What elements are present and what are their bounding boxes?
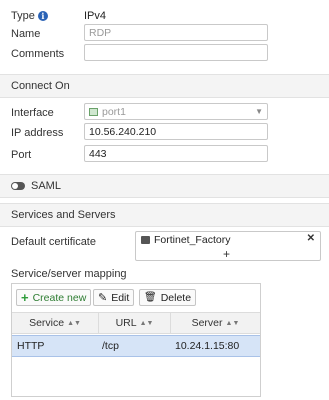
name-field: RDP [84, 24, 268, 41]
connect-on-header: Connect On [0, 74, 329, 98]
comments-label: Comments [11, 48, 65, 60]
interface-value: port1 [102, 105, 126, 118]
column-url[interactable]: URL ▲▼ [98, 313, 170, 333]
delete-button[interactable]: 🗑 Delete [139, 289, 197, 306]
cell-url: /tcp [102, 340, 119, 352]
services-header: Services and Servers [0, 203, 329, 227]
certificate-box[interactable]: Fortinet_Factory ✕ + [135, 231, 321, 261]
chevron-down-icon: ▼ [255, 107, 263, 116]
pencil-icon: ✎ [98, 292, 108, 304]
saml-toggle[interactable] [11, 182, 25, 190]
saml-row: SAML [0, 174, 329, 198]
create-new-button[interactable]: + Create new [16, 289, 92, 306]
saml-label: SAML [31, 180, 61, 192]
type-value: IPv4 [84, 10, 107, 22]
mapping-label: Service/server mapping [11, 268, 127, 280]
table-row[interactable]: HTTP /tcp 10.24.1.15:80 [12, 335, 260, 357]
info-icon[interactable]: i [37, 11, 48, 21]
interface-select[interactable]: port1 ▼ [84, 103, 268, 120]
interface-label: Interface [11, 107, 54, 119]
ip-address-field[interactable]: 10.56.240.210 [84, 123, 268, 140]
plus-icon: + [21, 290, 29, 305]
port-label: Port [11, 149, 32, 161]
ip-address-label: IP address [11, 127, 64, 139]
sort-icon: ▲▼ [225, 319, 240, 327]
column-server[interactable]: Server ▲▼ [170, 313, 260, 333]
type-label: Type i [11, 10, 48, 22]
sort-icon: ▲▼ [67, 319, 81, 327]
column-service[interactable]: Service ▲▼ [12, 313, 98, 333]
cell-server: 10.24.1.15:80 [175, 340, 240, 352]
remove-certificate-icon[interactable]: ✕ [307, 233, 315, 244]
cell-service: HTTP [17, 340, 45, 352]
certificate-name: Fortinet_Factory [154, 234, 231, 246]
comments-field[interactable] [84, 44, 268, 61]
edit-button[interactable]: ✎ Edit [93, 289, 135, 306]
certificate-icon [141, 236, 150, 244]
default-certificate-label: Default certificate [11, 236, 96, 248]
add-certificate-button[interactable]: + [223, 247, 230, 261]
name-label: Name [11, 28, 41, 40]
table-header: Service ▲▼ URL ▲▼ Server ▲▼ [12, 312, 260, 334]
sort-icon: ▲▼ [139, 319, 154, 327]
port-field[interactable]: 443 [84, 145, 268, 162]
trash-icon: 🗑 [144, 292, 157, 303]
port-icon [89, 107, 98, 116]
